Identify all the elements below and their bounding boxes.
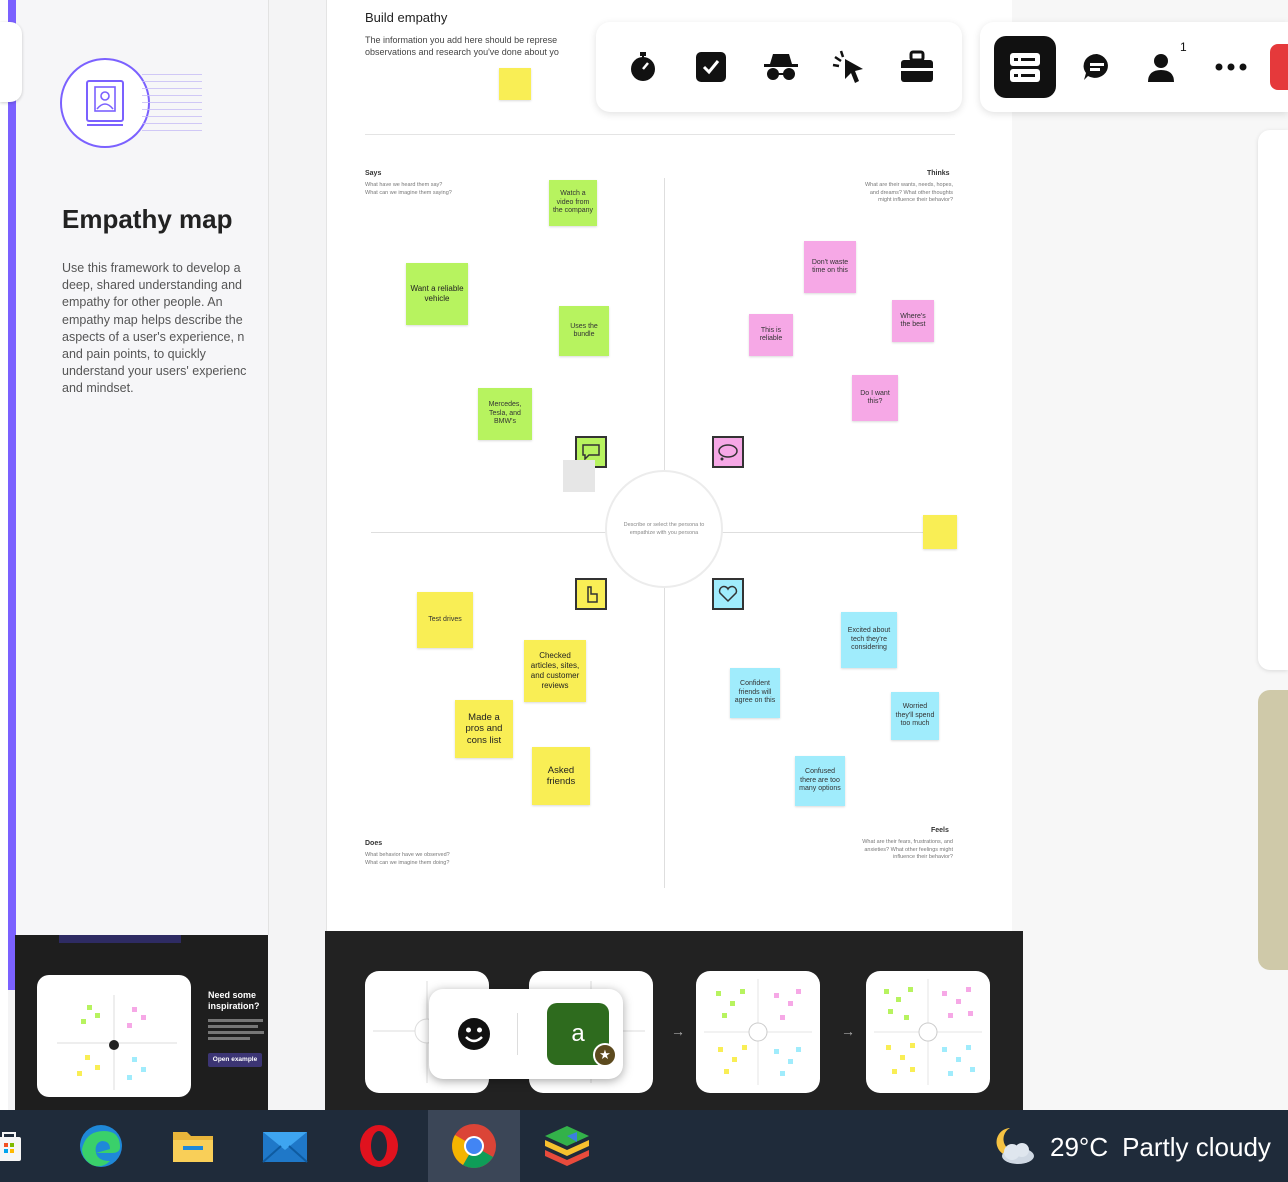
- sticky-note[interactable]: Made a pros and cons list: [455, 700, 513, 758]
- hand-pointer-icon: [575, 578, 607, 610]
- collaboration-toolbar: 1: [980, 22, 1288, 112]
- panel-collapse-tab[interactable]: [0, 22, 22, 102]
- side-panel-card[interactable]: [1258, 130, 1288, 670]
- user-icon[interactable]: 1: [1140, 40, 1187, 90]
- sticky-note[interactable]: Watch a video from the company: [549, 180, 597, 226]
- template-accent-bar: [8, 0, 16, 990]
- does-description: What behavior have we observed? What can…: [365, 852, 450, 866]
- template-steps-panel: › → → a ★: [325, 931, 1023, 1110]
- opera-icon[interactable]: [352, 1120, 406, 1172]
- chat-icon[interactable]: [1074, 44, 1120, 90]
- inspiration-panel: Need some inspiration? Open example: [15, 935, 268, 1110]
- more-options-icon[interactable]: [1208, 44, 1254, 90]
- example-thumbnail[interactable]: [37, 975, 191, 1097]
- step-card-4[interactable]: [866, 971, 990, 1093]
- step-card-3[interactable]: [696, 971, 820, 1093]
- side-panel-card[interactable]: [1258, 690, 1288, 970]
- sticky-note[interactable]: Checked articles, sites, and customer re…: [524, 640, 586, 702]
- cursor-click-icon[interactable]: [826, 44, 872, 90]
- board-title: Build empathy: [365, 10, 448, 25]
- sticky-note[interactable]: Uses the bundle: [559, 306, 609, 356]
- decorative-waves: [142, 74, 202, 134]
- does-label: Does: [365, 840, 383, 847]
- inspiration-top-bar: [59, 935, 181, 943]
- sticky-note[interactable]: Do I want this?: [852, 375, 898, 421]
- share-button[interactable]: [1270, 44, 1288, 90]
- sticky-note[interactable]: Don't waste time on this: [804, 241, 856, 293]
- thinks-description: What are their wants, needs, hopes, and …: [864, 182, 953, 203]
- bluestacks-icon[interactable]: [540, 1120, 594, 1172]
- sticky-note[interactable]: Where's the best: [892, 300, 934, 342]
- sticky-note[interactable]: Asked friends: [532, 747, 590, 805]
- persona-card-icon: [60, 58, 202, 148]
- edge-icon[interactable]: [74, 1120, 128, 1172]
- weather-description: Partly cloudy: [1122, 1132, 1271, 1162]
- heart-icon: [712, 578, 744, 610]
- sticky-note-blank[interactable]: [923, 515, 957, 549]
- weather-readout[interactable]: 29°C Partly cloudy: [1050, 1132, 1271, 1163]
- feels-description: What are their fears, frustrations, and …: [862, 839, 953, 860]
- popup-divider: [517, 1013, 518, 1055]
- avatar-letter: a: [571, 1020, 585, 1047]
- thought-bubble-icon: [712, 436, 744, 468]
- inspiration-heading: Need some inspiration?: [208, 990, 260, 1011]
- says-label: Says: [365, 170, 382, 177]
- chrome-icon[interactable]: [447, 1120, 501, 1172]
- selection-handle[interactable]: [563, 460, 595, 492]
- weather-temperature: 29°C: [1050, 1132, 1109, 1162]
- sticky-note[interactable]: Excited about tech they're considering: [841, 612, 897, 668]
- mail-icon[interactable]: [258, 1120, 312, 1172]
- sticky-note-blank[interactable]: [499, 68, 531, 100]
- star-badge-icon: ★: [593, 1043, 617, 1067]
- sticky-note[interactable]: Want a reliable vehicle: [406, 263, 468, 325]
- sticky-note[interactable]: Confused there are too many options: [795, 756, 845, 806]
- collaborators-count: 1: [1180, 40, 1187, 54]
- checkbox-icon[interactable]: [688, 44, 734, 90]
- whiteboard-canvas[interactable]: Build empathy The information you add he…: [326, 0, 1014, 931]
- left-edge: [0, 0, 8, 1110]
- emoji-icon[interactable]: [457, 1017, 491, 1051]
- spy-icon[interactable]: [758, 44, 804, 90]
- sticky-note[interactable]: This is reliable: [749, 314, 793, 356]
- stopwatch-icon[interactable]: [620, 44, 666, 90]
- template-description: Use this framework to develop a deep, sh…: [62, 261, 247, 396]
- card-list-icon[interactable]: [994, 36, 1056, 98]
- sticky-note[interactable]: Test drives: [417, 592, 473, 648]
- right-canvas-area[interactable]: [1012, 0, 1288, 1110]
- board-tools-toolbar: [596, 22, 962, 112]
- open-example-button[interactable]: Open example: [208, 1053, 262, 1067]
- windows-taskbar: 29°C Partly cloudy: [0, 1110, 1288, 1182]
- arrow-icon: →: [671, 1023, 685, 1039]
- sticky-note[interactable]: Mercedes, Tesla, and BMW's: [478, 388, 532, 440]
- template-title: Empathy map: [62, 204, 233, 234]
- partly-cloudy-icon: [988, 1122, 1038, 1168]
- persona-center[interactable]: Describe or select the persona to empath…: [605, 470, 723, 588]
- says-description: What have we heard them say? What can we…: [365, 182, 452, 196]
- inspiration-description: [208, 1019, 266, 1040]
- file-explorer-icon[interactable]: [166, 1120, 220, 1172]
- reaction-popup: a ★: [429, 989, 623, 1079]
- sticky-note[interactable]: Worried they'll spend too much: [891, 692, 939, 740]
- template-info-panel: Empathy map Use this framework to develo…: [0, 0, 269, 935]
- feels-label: Feels: [931, 827, 949, 834]
- store-icon[interactable]: [0, 1120, 36, 1172]
- sticky-note[interactable]: Confident friends will agree on this: [730, 668, 780, 718]
- board-subtitle: The information you add here should be r…: [365, 35, 559, 57]
- header-divider: [365, 134, 955, 135]
- arrow-icon: →: [841, 1023, 855, 1039]
- thinks-label: Thinks: [927, 170, 950, 177]
- toolbox-icon[interactable]: [894, 44, 940, 90]
